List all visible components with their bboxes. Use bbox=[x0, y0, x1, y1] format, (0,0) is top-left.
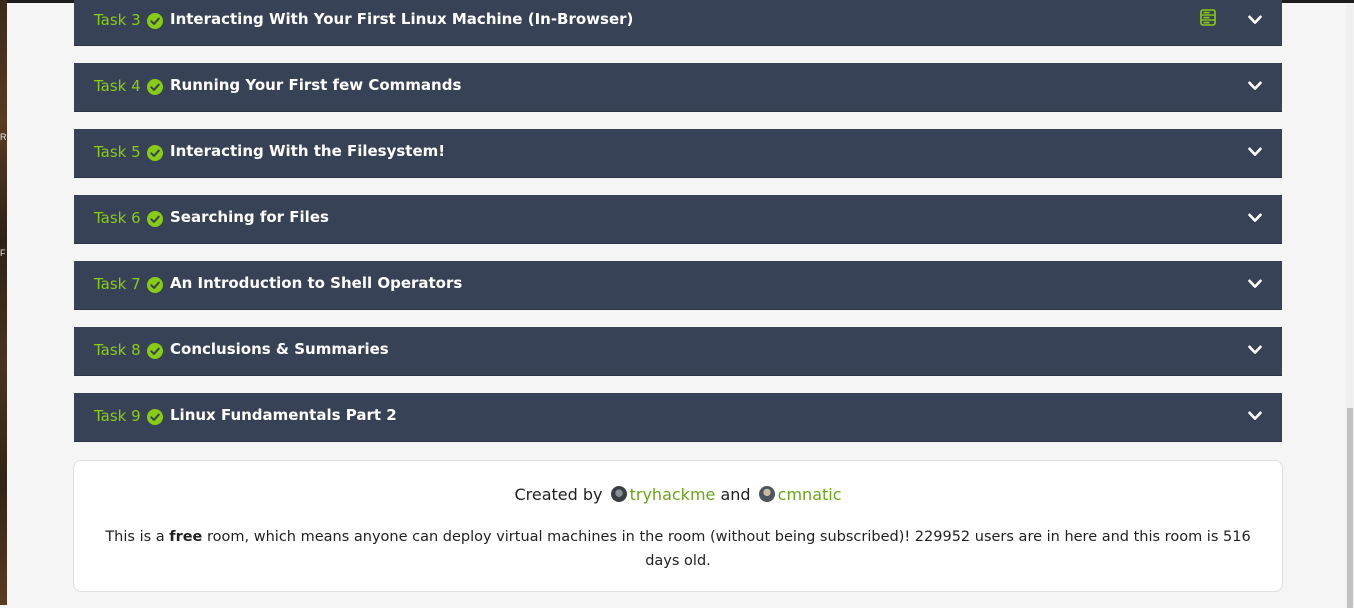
scrollbar[interactable] bbox=[1346, 3, 1354, 608]
and-label: and bbox=[720, 485, 751, 504]
chevron-down-icon[interactable] bbox=[1248, 279, 1262, 289]
author-link-cmnatic[interactable]: cmnatic bbox=[778, 485, 842, 504]
chevron-down-icon[interactable] bbox=[1248, 411, 1262, 421]
task-title: Interacting With the Filesystem! bbox=[170, 142, 446, 160]
author-link-tryhackme[interactable]: tryhackme bbox=[630, 485, 716, 504]
check-circle-icon bbox=[147, 409, 163, 425]
task-number: Task 7 bbox=[94, 275, 141, 293]
task-number: Task 9 bbox=[94, 407, 141, 425]
task-title: Conclusions & Summaries bbox=[170, 340, 389, 358]
chevron-down-icon[interactable] bbox=[1248, 213, 1262, 223]
task-number: Task 5 bbox=[94, 143, 141, 161]
scrollbar-thumb[interactable] bbox=[1347, 408, 1353, 608]
task-accordion-6[interactable]: Task 6 Searching for Files bbox=[74, 195, 1282, 244]
task-title: Linux Fundamentals Part 2 bbox=[170, 406, 397, 424]
task-title: Running Your First few Commands bbox=[170, 76, 462, 94]
tryhackme-avatar bbox=[610, 486, 627, 502]
room-description: This is a free room, which means anyone … bbox=[94, 525, 1262, 573]
task-number: Task 4 bbox=[94, 77, 141, 95]
task-accordion-4[interactable]: Task 4 Running Your First few Commands bbox=[74, 63, 1282, 112]
room-credits-card: Created by tryhackme and cmnatic This is… bbox=[73, 460, 1283, 592]
task-accordion-9[interactable]: Task 9 Linux Fundamentals Part 2 bbox=[74, 393, 1282, 442]
desc-post: room, which means anyone can deploy virt… bbox=[207, 529, 1251, 569]
task-accordion-7[interactable]: Task 7 An Introduction to Shell Operator… bbox=[74, 261, 1282, 310]
task-title: Interacting With Your First Linux Machin… bbox=[170, 10, 634, 28]
task-number: Task 6 bbox=[94, 209, 141, 227]
task-accordion-5[interactable]: Task 5 Interacting With the Filesystem! bbox=[74, 129, 1282, 178]
check-circle-icon bbox=[147, 343, 163, 359]
chevron-down-icon[interactable] bbox=[1248, 147, 1262, 157]
free-label: free bbox=[169, 529, 203, 545]
created-by-label: Created by bbox=[514, 485, 603, 504]
desktop-edge: R F bbox=[0, 0, 7, 605]
task-title: An Introduction to Shell Operators bbox=[170, 274, 463, 292]
chevron-down-icon[interactable] bbox=[1248, 345, 1262, 355]
check-circle-icon bbox=[147, 13, 163, 29]
task-accordion-3[interactable]: Task 3 Interacting With Your First Linux… bbox=[74, 0, 1282, 46]
task-title: Searching for Files bbox=[170, 208, 329, 226]
cmnatic-avatar bbox=[758, 486, 775, 502]
check-circle-icon bbox=[147, 79, 163, 95]
task-accordion-8[interactable]: Task 8 Conclusions & Summaries bbox=[74, 327, 1282, 376]
server-icon[interactable] bbox=[1200, 9, 1216, 26]
check-circle-icon bbox=[147, 277, 163, 293]
task-number: Task 8 bbox=[94, 341, 141, 359]
created-by-line: Created by tryhackme and cmnatic bbox=[74, 485, 1282, 504]
check-circle-icon bbox=[147, 211, 163, 227]
desc-pre: This is a bbox=[105, 529, 165, 545]
chevron-down-icon[interactable] bbox=[1248, 81, 1262, 91]
task-number: Task 3 bbox=[94, 11, 141, 29]
check-circle-icon bbox=[147, 145, 163, 161]
chevron-down-icon[interactable] bbox=[1248, 15, 1262, 25]
